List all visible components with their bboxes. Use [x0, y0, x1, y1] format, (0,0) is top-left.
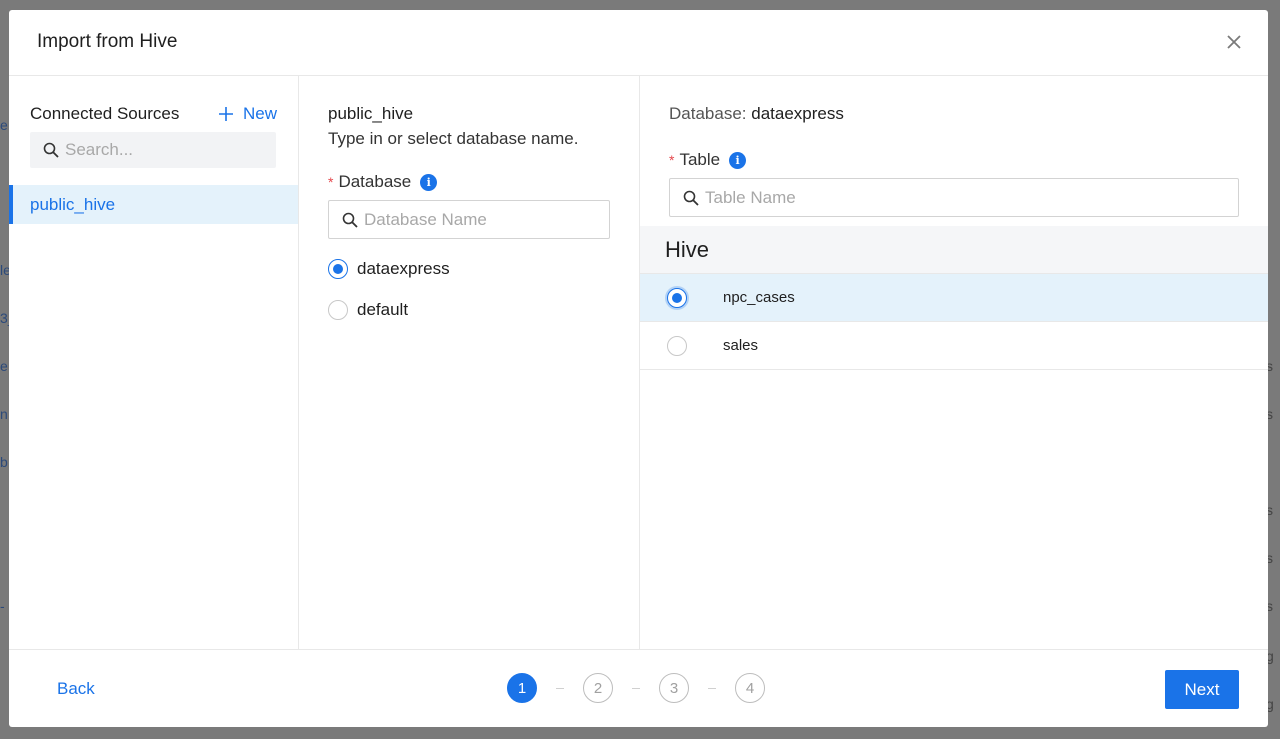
dialog-title: Import from Hive: [37, 31, 178, 52]
table-row-label: npc_cases: [723, 289, 795, 306]
table-row-label: sales: [723, 337, 759, 354]
close-icon[interactable]: [1226, 34, 1242, 50]
database-option-label: dataexpress: [357, 259, 450, 278]
source-search-input[interactable]: [65, 140, 265, 160]
source-name: public_hive: [328, 104, 414, 123]
radio-unselected[interactable]: [667, 335, 687, 356]
dialog-footer: Back 1 2 3 4 Next: [9, 649, 1268, 727]
search-icon: [342, 212, 358, 228]
step-3[interactable]: 3: [659, 673, 689, 703]
new-source-button[interactable]: New: [218, 104, 277, 124]
backdrop-text: e: [0, 358, 8, 374]
table-row-sales[interactable]: sales: [640, 322, 1268, 370]
next-button[interactable]: Next: [1165, 670, 1239, 709]
source-search[interactable]: [30, 132, 276, 168]
required-mark: *: [328, 174, 334, 190]
sources-title: Connected Sources: [30, 104, 180, 123]
table-field-label: * Table i: [669, 150, 747, 170]
table-label-text: Table: [679, 150, 721, 169]
back-button[interactable]: Back: [57, 679, 95, 699]
table-search-input[interactable]: [705, 187, 1177, 208]
table-row-npc-cases[interactable]: npc_cases: [640, 274, 1268, 322]
backdrop-text: -: [0, 598, 5, 614]
backdrop-text: e: [0, 117, 8, 133]
required-mark: *: [669, 152, 675, 168]
search-icon: [43, 142, 59, 158]
step-separator: [689, 687, 735, 689]
table-group-header: Hive: [640, 226, 1268, 274]
selected-database-prefix: Database:: [669, 104, 747, 123]
info-icon[interactable]: i: [420, 173, 438, 191]
selected-database: Database: dataexpress: [669, 104, 844, 124]
import-dialog: Import from Hive Connected Sources New p…: [9, 10, 1268, 727]
step-separator: [537, 687, 583, 689]
stepper: 1 2 3 4: [507, 673, 765, 703]
database-hint: Type in or select database name.: [328, 129, 579, 148]
step-4[interactable]: 4: [735, 673, 765, 703]
database-label-text: Database: [338, 172, 412, 191]
new-source-label: New: [242, 104, 277, 123]
database-option-label: default: [357, 300, 409, 319]
step-1[interactable]: 1: [507, 673, 537, 703]
table-search[interactable]: [669, 178, 1239, 217]
info-icon[interactable]: i: [729, 151, 747, 169]
dialog-header: Import from Hive: [9, 10, 1268, 76]
step-2[interactable]: 2: [583, 673, 613, 703]
database-search-input[interactable]: [364, 209, 591, 230]
source-item-public-hive[interactable]: public_hive: [9, 185, 298, 224]
database-option-default[interactable]: default: [328, 300, 408, 320]
database-field-label: * Database i: [328, 172, 438, 192]
database-search[interactable]: [328, 200, 610, 239]
plus-icon: [218, 107, 233, 121]
radio-selected[interactable]: [328, 259, 348, 279]
backdrop-text: n: [0, 406, 8, 422]
search-icon: [683, 190, 699, 206]
backdrop-text: b: [0, 454, 8, 470]
sources-panel: Connected Sources New public_hive: [9, 76, 299, 649]
selected-database-value: dataexpress: [751, 104, 844, 123]
database-option-dataexpress[interactable]: dataexpress: [328, 259, 450, 279]
radio-selected[interactable]: [667, 287, 687, 308]
database-panel: public_hive Type in or select database n…: [299, 76, 640, 649]
radio-unselected[interactable]: [328, 300, 348, 320]
table-panel: Database: dataexpress * Table i Hive npc…: [640, 76, 1268, 649]
step-separator: [613, 687, 659, 689]
